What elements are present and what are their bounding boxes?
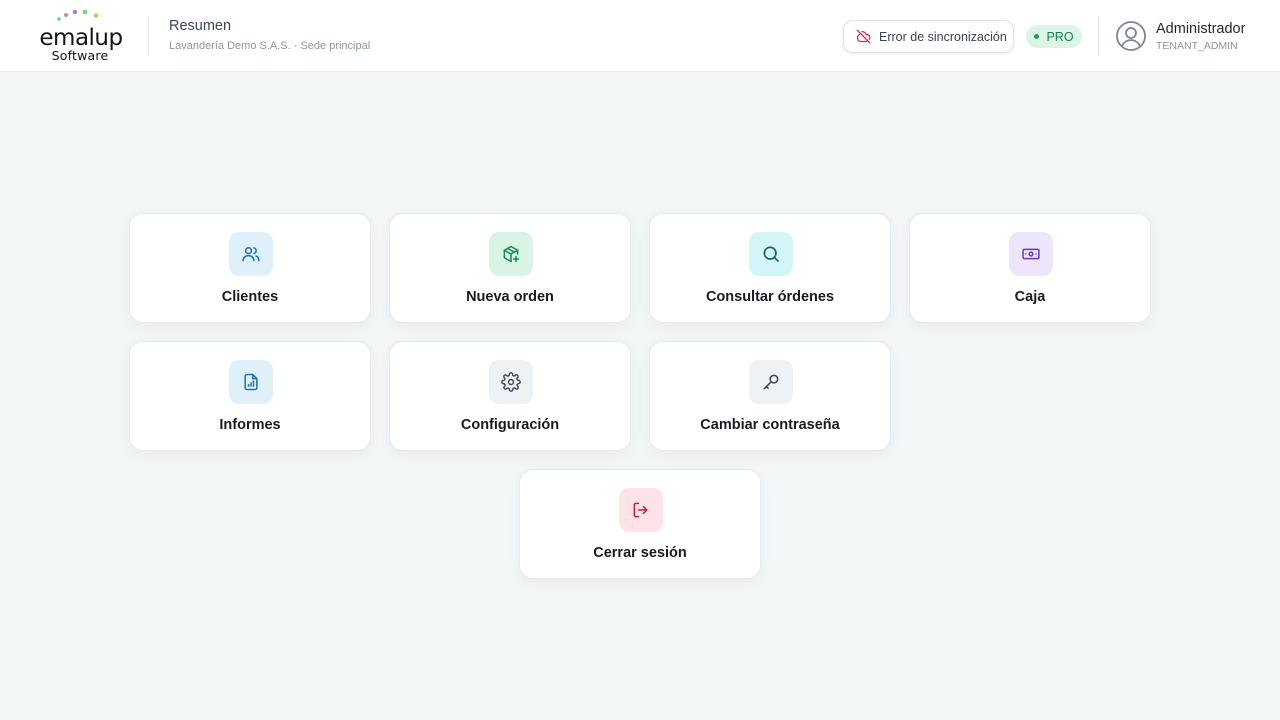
tile-label: Cambiar contraseña <box>700 417 840 433</box>
tile-label: Nueva orden <box>466 289 554 305</box>
plan-badge-label: PRO <box>1046 29 1074 44</box>
search-icon <box>763 246 779 262</box>
plan-badge: PRO <box>1026 25 1082 48</box>
cloud-off-icon <box>856 29 871 44</box>
top-header: emalup Software Resumen Lavandería Demo … <box>0 0 1280 72</box>
tile-label: Caja <box>1014 289 1046 305</box>
tile-icon-box <box>489 232 533 276</box>
tile-label: Informes <box>219 417 281 433</box>
gear-icon <box>501 372 521 392</box>
brand-logo[interactable]: emalup Software <box>36 8 126 64</box>
tile-icon-box <box>749 360 793 404</box>
tile-icon-box <box>229 232 273 276</box>
tile-cerrar-sesion[interactable]: Cerrar sesión <box>519 469 761 579</box>
avatar-icon <box>1116 21 1146 51</box>
user-menu[interactable]: Administrador TENANT_ADMIN <box>1115 19 1265 55</box>
tile-icon-box <box>1009 232 1053 276</box>
page-subtitle: Lavandería Demo S.A.S. · Sede principal <box>169 40 371 52</box>
status-dot <box>1034 34 1040 39</box>
header-divider <box>1098 16 1099 56</box>
package-plus-icon <box>503 245 520 263</box>
tile-cambiar-contrasena[interactable]: Cambiar contraseña <box>649 341 891 451</box>
tile-caja[interactable]: Caja <box>909 213 1151 323</box>
page-title: Resumen <box>169 18 232 34</box>
tile-configuracion[interactable]: Configuración <box>389 341 631 451</box>
tile-label: Clientes <box>221 289 279 305</box>
tile-label: Cerrar sesión <box>593 545 687 561</box>
tile-informes[interactable]: Informes <box>129 341 371 451</box>
users-icon <box>242 247 260 262</box>
logo-dots-icon <box>57 9 99 21</box>
user-name: Administrador <box>1156 21 1246 37</box>
tile-clientes[interactable]: Clientes <box>129 213 371 323</box>
logout-icon <box>633 502 648 518</box>
sync-status-label: Error de sincronización <box>879 29 1007 44</box>
sync-status-button[interactable]: Error de sincronización <box>843 20 1014 53</box>
tile-label: Configuración <box>460 417 560 433</box>
report-icon <box>244 373 258 391</box>
key-icon <box>763 374 779 390</box>
header-divider <box>148 16 149 56</box>
tile-icon-box <box>619 488 663 532</box>
tile-label: Consultar órdenes <box>705 289 835 305</box>
tile-icon-box <box>489 360 533 404</box>
banknote-icon <box>1022 248 1040 260</box>
tile-consultar-ordenes[interactable]: Consultar órdenes <box>649 213 891 323</box>
tile-icon-box <box>229 360 273 404</box>
user-role: TENANT_ADMIN <box>1156 40 1238 52</box>
brand-subtitle: Software <box>51 48 109 63</box>
tile-nueva-orden[interactable]: Nueva orden <box>389 213 631 323</box>
tile-icon-box <box>749 232 793 276</box>
